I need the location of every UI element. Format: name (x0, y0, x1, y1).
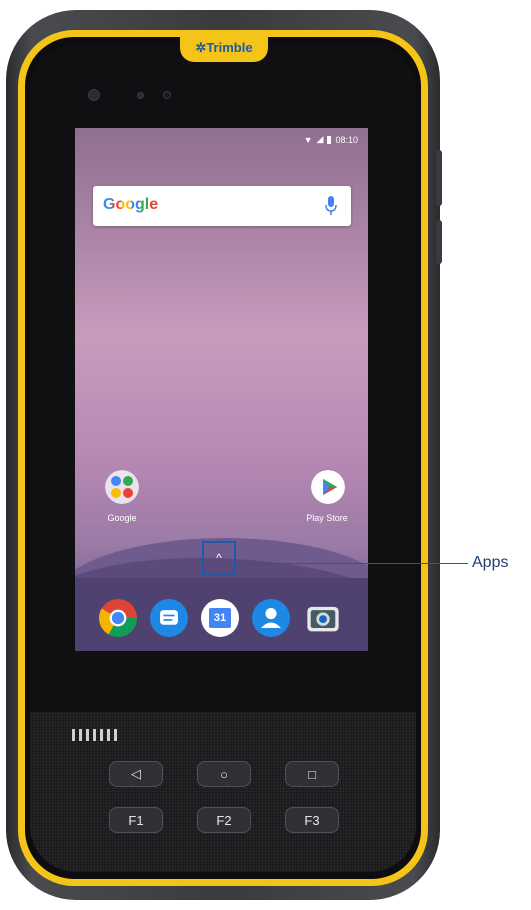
front-camera-icon (88, 89, 100, 101)
home-key[interactable]: ○ (197, 761, 251, 787)
google-logo: Google (103, 196, 159, 213)
microphone-icon[interactable] (325, 196, 337, 216)
status-time: 08:10 (335, 134, 358, 145)
brand-text: Trimble (206, 40, 253, 55)
recents-key[interactable]: □ (285, 761, 339, 787)
battery-icon (327, 135, 332, 144)
google-search-bar[interactable]: Google (93, 186, 351, 226)
home-icon: ○ (220, 766, 228, 782)
signal-icon: ◢ (316, 134, 324, 144)
f2-key[interactable]: F2 (197, 807, 251, 833)
chrome-icon[interactable] (99, 599, 137, 637)
apps-callout-label: Apps (472, 554, 509, 571)
trimble-logo-icon: ✲ (195, 40, 207, 55)
home-app-google-folder[interactable]: Google (95, 470, 149, 523)
wifi-icon: ▼ (303, 134, 313, 145)
play-store-label: Play Store (306, 513, 348, 523)
google-folder-icon (105, 470, 139, 504)
contacts-icon[interactable] (252, 599, 290, 637)
messages-icon[interactable] (150, 599, 188, 637)
back-icon: ◁ (131, 766, 141, 781)
apps-callout-line (236, 563, 468, 564)
speaker-grille (72, 729, 117, 741)
back-key[interactable]: ◁ (109, 761, 163, 787)
status-bar: ▼ ◢ 08:10 (75, 128, 368, 150)
apps-callout-box (202, 541, 236, 575)
f1-label: F1 (128, 812, 144, 828)
light-sensor-icon (163, 91, 171, 99)
calendar-day: 31 (209, 608, 231, 628)
calendar-icon[interactable]: 31 (201, 599, 239, 637)
home-app-play-store[interactable]: Play Store (287, 470, 367, 523)
f2-label: F2 (216, 812, 232, 828)
f3-label: F3 (304, 812, 320, 828)
f1-key[interactable]: F1 (109, 807, 163, 833)
sensor-icon (137, 92, 144, 99)
side-button-bottom[interactable] (436, 220, 442, 264)
f3-key[interactable]: F3 (285, 807, 339, 833)
brand-logo: ✲Trimble (180, 40, 268, 56)
recents-icon: □ (308, 766, 316, 782)
google-folder-label: Google (107, 513, 137, 523)
camera-icon[interactable] (304, 599, 342, 637)
side-button-top[interactable] (436, 150, 442, 206)
play-store-icon (311, 470, 345, 504)
